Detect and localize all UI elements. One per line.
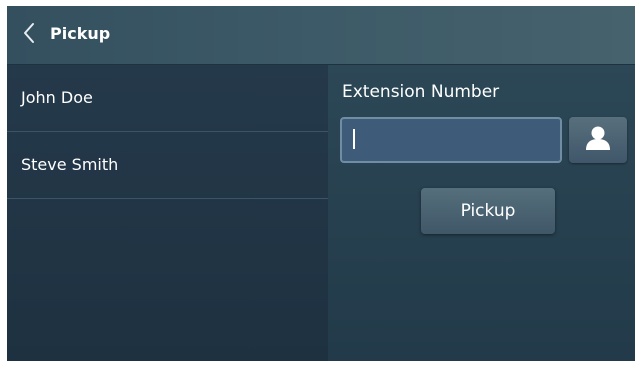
person-icon <box>584 125 612 155</box>
pickup-button[interactable]: Pickup <box>421 188 555 234</box>
extension-number-input[interactable] <box>340 117 562 163</box>
contact-name: Steve Smith <box>21 155 119 174</box>
back-button[interactable] <box>17 20 41 50</box>
pickup-panel: Extension Number Pickup <box>328 65 635 361</box>
title-bar: Pickup <box>7 6 635 65</box>
list-item[interactable]: Steve Smith <box>7 132 328 199</box>
extension-number-label: Extension Number <box>342 82 500 102</box>
text-cursor <box>353 129 355 149</box>
contact-list: John Doe Steve Smith <box>7 65 328 361</box>
pickup-screen: Pickup John Doe Steve Smith Extension Nu… <box>7 6 635 361</box>
chevron-left-icon <box>22 22 36 48</box>
page-title: Pickup <box>50 24 111 43</box>
list-item[interactable]: John Doe <box>7 65 328 132</box>
pickup-button-label: Pickup <box>460 201 516 221</box>
contacts-button[interactable] <box>569 117 627 163</box>
contact-name: John Doe <box>21 88 93 107</box>
